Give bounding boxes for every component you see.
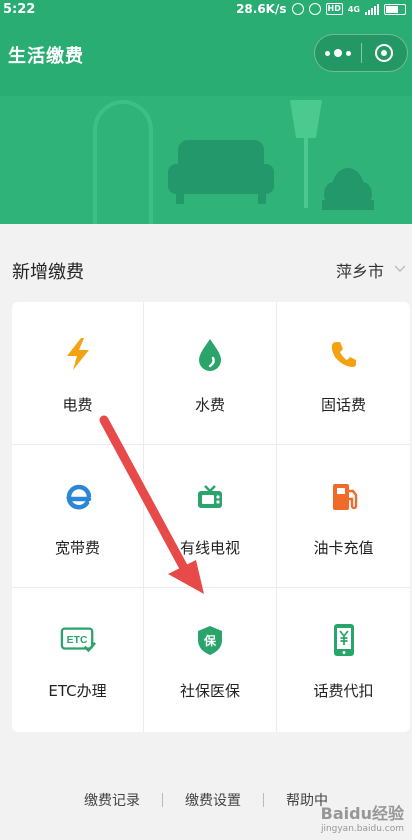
service-label: 社保医保 <box>179 682 240 700</box>
target-circle-icon <box>375 44 394 62</box>
network-speed: 28.6K/s <box>236 2 287 16</box>
service-label: 固话费 <box>320 396 366 414</box>
signal-icon <box>365 3 379 15</box>
service-label: 油卡充值 <box>313 539 374 557</box>
watermark-brand: Baidu经验 <box>320 804 404 823</box>
shield-bao-icon: 保 <box>198 626 222 655</box>
status-bar: 5:22 28.6K/s HD 4G <box>0 0 412 20</box>
water-drop-icon <box>199 339 221 371</box>
gas-pump-icon <box>332 484 357 510</box>
lightning-icon <box>66 338 89 370</box>
status-icons: 28.6K/s HD 4G <box>236 2 406 16</box>
service-water[interactable]: 水费 <box>144 302 277 445</box>
alarm-icon <box>308 3 321 15</box>
service-label: 电费 <box>62 396 93 414</box>
network-type: 4G <box>347 4 360 14</box>
service-label: 宽带费 <box>54 539 100 557</box>
service-phone-autopay[interactable]: 话费代扣 <box>277 588 410 732</box>
bao-icon-text: 保 <box>203 633 217 648</box>
browser-e-icon <box>65 484 91 510</box>
city-selector[interactable]: 萍乡市 <box>336 258 384 282</box>
service-social-insurance[interactable]: 保 社保医保 <box>144 588 277 732</box>
service-landline[interactable]: 固话费 <box>277 302 410 445</box>
watermark-url: jingyan.baidu.com <box>320 824 404 834</box>
etc-icon-text: ETC <box>66 635 87 646</box>
close-mini-program-button[interactable] <box>361 35 407 71</box>
dot-icon <box>345 50 351 56</box>
mute-icon <box>291 3 304 15</box>
mini-program-capsule <box>314 34 408 72</box>
service-etc[interactable]: ETC ETC办理 <box>12 588 144 732</box>
watermark: Baidu经验 jingyan.baidu.com <box>321 800 404 834</box>
more-menu-button[interactable] <box>315 35 361 71</box>
service-label: 水费 <box>194 396 225 414</box>
dot-icon <box>333 49 342 57</box>
payment-service-grid: 电费 水费 固话费 宽带费 有线电视 油卡充值 ETC ETC办理 保 社保医保… <box>12 302 410 732</box>
service-fuel-card[interactable]: 油卡充值 <box>277 445 410 588</box>
dot-icon <box>324 50 330 56</box>
tv-icon <box>198 485 222 508</box>
service-cable-tv[interactable]: 有线电视 <box>144 445 277 588</box>
payment-settings-link[interactable]: 缴费设置 <box>163 790 263 810</box>
service-label: 话费代扣 <box>313 682 374 700</box>
service-broadband[interactable]: 宽带费 <box>12 445 144 588</box>
service-label: ETC办理 <box>48 682 107 700</box>
page-title: 生活缴费 <box>8 46 84 67</box>
mobile-yuan-icon <box>333 624 354 656</box>
header-banner: 生活缴费 <box>0 0 412 224</box>
battery-icon <box>384 3 406 15</box>
hd-badge-icon: HD <box>325 3 343 15</box>
service-electricity[interactable]: 电费 <box>12 302 144 445</box>
chevron-down-icon[interactable] <box>394 262 406 274</box>
status-time: 5:22 <box>3 2 36 17</box>
new-payment-label: 新增缴费 <box>12 262 84 283</box>
service-label: 有线电视 <box>179 539 240 557</box>
new-payment-section-header: 新增缴费 萍乡市 <box>0 224 412 302</box>
payment-records-link[interactable]: 缴费记录 <box>62 790 162 810</box>
etc-icon: ETC <box>60 627 96 653</box>
phone-icon <box>331 342 356 367</box>
